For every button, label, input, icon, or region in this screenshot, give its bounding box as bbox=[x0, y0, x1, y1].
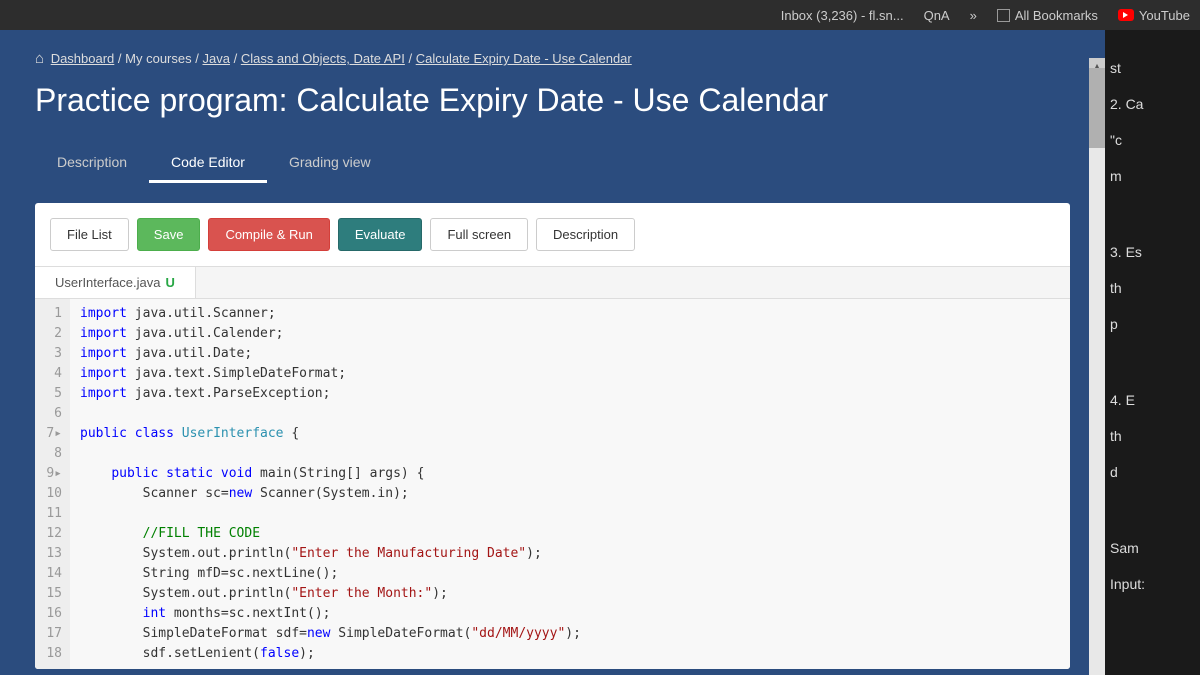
sidebar-text: p bbox=[1110, 316, 1195, 332]
tab-grading-view[interactable]: Grading view bbox=[267, 144, 393, 183]
youtube-bookmark[interactable]: YouTube bbox=[1118, 8, 1190, 23]
scrollbar-thumb[interactable] bbox=[1089, 68, 1105, 148]
sidebar-text: 4. E bbox=[1110, 392, 1195, 408]
page-title: Practice program: Calculate Expiry Date … bbox=[35, 82, 1070, 119]
checkbox-icon bbox=[997, 9, 1010, 22]
file-tab-bar: UserInterface.java U bbox=[35, 266, 1070, 298]
sidebar-text: th bbox=[1110, 428, 1195, 444]
sidebar-text: "c bbox=[1110, 132, 1195, 148]
line-gutter: 1234567▸89▸101112131415161718 bbox=[35, 299, 70, 669]
sidebar-text: 3. Es bbox=[1110, 244, 1195, 260]
sidebar-text: th bbox=[1110, 280, 1195, 296]
sidebar-text: 2. Ca bbox=[1110, 96, 1195, 112]
save-button[interactable]: Save bbox=[137, 218, 201, 251]
evaluate-button[interactable]: Evaluate bbox=[338, 218, 423, 251]
sidebar-text: Input: bbox=[1110, 576, 1195, 592]
bookmarks-button[interactable]: All Bookmarks bbox=[997, 8, 1098, 23]
editor-panel: File List Save Compile & Run Evaluate Fu… bbox=[35, 203, 1070, 669]
file-list-button[interactable]: File List bbox=[50, 218, 129, 251]
sidebar-text: m bbox=[1110, 168, 1195, 184]
compile-run-button[interactable]: Compile & Run bbox=[208, 218, 329, 251]
tab-code-editor[interactable]: Code Editor bbox=[149, 144, 267, 183]
code-editor[interactable]: 1234567▸89▸101112131415161718 import jav… bbox=[35, 298, 1070, 669]
tab-description[interactable]: Description bbox=[35, 144, 149, 183]
editor-toolbar: File List Save Compile & Run Evaluate Fu… bbox=[35, 203, 1070, 266]
description-button[interactable]: Description bbox=[536, 218, 635, 251]
vertical-scrollbar[interactable]: ▴ bbox=[1089, 58, 1105, 675]
breadcrumb: Dashboard / My courses / Java / Class an… bbox=[35, 50, 1070, 67]
breadcrumb-mycourses: My courses bbox=[125, 51, 191, 66]
breadcrumb-java[interactable]: Java bbox=[202, 51, 229, 66]
breadcrumb-dashboard[interactable]: Dashboard bbox=[51, 51, 115, 66]
youtube-icon bbox=[1118, 9, 1134, 21]
sidebar-text: Sam bbox=[1110, 540, 1195, 556]
sidebar-text: d bbox=[1110, 464, 1195, 480]
home-icon bbox=[35, 51, 47, 66]
breadcrumb-class-objects[interactable]: Class and Objects, Date API bbox=[241, 51, 405, 66]
view-tabs: Description Code Editor Grading view bbox=[35, 144, 1070, 183]
fullscreen-button[interactable]: Full screen bbox=[430, 218, 528, 251]
browser-tab-inbox[interactable]: Inbox (3,236) - fl.sn... bbox=[781, 8, 904, 23]
browser-bar: Inbox (3,236) - fl.sn... QnA » All Bookm… bbox=[0, 0, 1200, 30]
tabs-more[interactable]: » bbox=[970, 8, 977, 23]
modified-indicator-icon: U bbox=[166, 275, 175, 290]
sidebar-text: st bbox=[1110, 60, 1195, 76]
breadcrumb-calculate-expiry[interactable]: Calculate Expiry Date - Use Calendar bbox=[416, 51, 632, 66]
main-content: Dashboard / My courses / Java / Class an… bbox=[0, 30, 1105, 675]
right-sidebar: st 2. Ca "c m 3. Es th p 4. E th d Sam I… bbox=[1105, 30, 1200, 675]
file-tab-userinterface[interactable]: UserInterface.java U bbox=[35, 267, 196, 298]
browser-tab-qna[interactable]: QnA bbox=[924, 8, 950, 23]
code-content[interactable]: import java.util.Scanner;import java.uti… bbox=[70, 299, 1070, 669]
